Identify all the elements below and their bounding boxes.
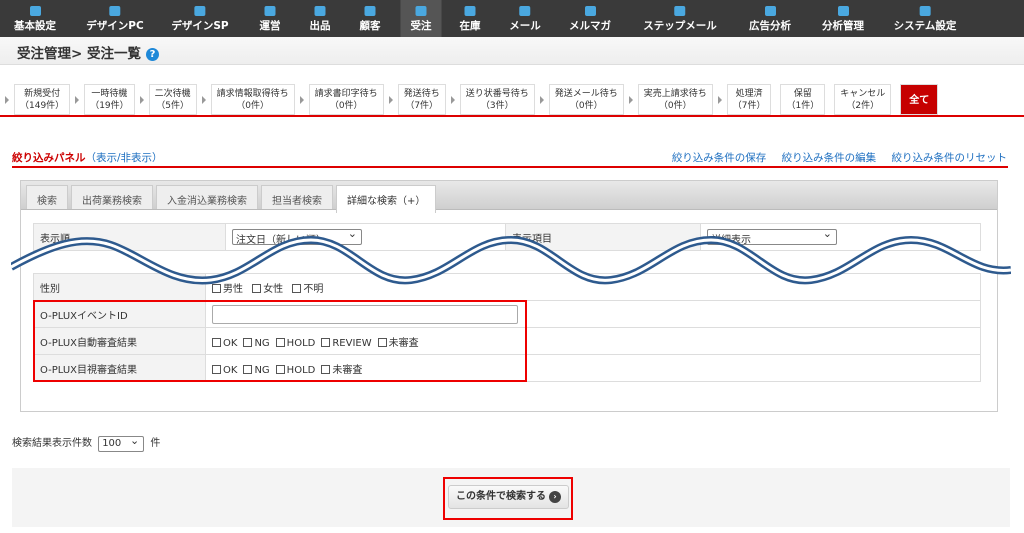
save-filter-link[interactable]: 絞り込み条件の保存 (672, 152, 767, 164)
filter-toggle-link[interactable]: （表示/非表示） (86, 152, 163, 164)
monitor-icon (109, 6, 121, 16)
nav-item-7[interactable]: 在庫 (450, 0, 491, 37)
arrow-icon (717, 95, 722, 104)
arrow-icon (388, 95, 393, 104)
arrow-icon (628, 95, 633, 104)
status-step[interactable]: 請求情報取得待ち （0件） (210, 84, 295, 115)
nav-item-8[interactable]: メール (499, 0, 551, 37)
bars-icon (764, 6, 776, 16)
step-mail-icon (674, 6, 686, 16)
smartphone-icon (194, 6, 206, 16)
status-step[interactable]: 新規受付 （149件） (14, 84, 71, 115)
arrow-icon (299, 95, 304, 104)
status-step[interactable]: 送り状番号待ち （3件） (459, 84, 535, 115)
mail-icon (519, 6, 531, 16)
help-icon[interactable]: ? (146, 48, 160, 61)
highlight-box (443, 477, 573, 520)
reset-filter-link[interactable]: 絞り込み条件のリセット (892, 152, 1008, 164)
nav-item-0[interactable]: 基本設定 (4, 0, 66, 37)
arrow-icon (75, 95, 80, 104)
status-step[interactable]: 実売上請求待ち （0件） (637, 84, 713, 115)
order-status-steps: 新規受付 （149件） 一時待機 （19件） 二次待機 （5件） 請求情報取得待ち （0件） 請… (0, 84, 939, 115)
status-step[interactable]: キャンセル （2件） (834, 84, 892, 115)
sliders-icon (29, 6, 41, 16)
highlight-box (33, 300, 527, 382)
gear-icon (919, 6, 931, 16)
nav-item-12[interactable]: 分析管理 (812, 0, 874, 37)
status-step[interactable]: 二次待機 （5件） (148, 84, 197, 115)
tab-staff-search[interactable]: 担当者検索 (261, 185, 333, 209)
nav-item-13[interactable]: システム設定 (884, 0, 967, 37)
search-tabs: 検索 出荷業務検索 入金消込業務検索 担当者検索 詳細な検索（+） (21, 181, 997, 213)
divider (12, 166, 1008, 168)
chart-icon (837, 6, 849, 16)
divider (0, 115, 1024, 117)
tab-shipping-search[interactable]: 出荷業務検索 (71, 185, 153, 209)
nav-item-4[interactable]: 出品 (300, 0, 341, 37)
top-nav: 基本設定 デザインPC デザインSP 運営 出品 顧客 受注 在庫 メール メルマガ ステップメール… (0, 0, 1024, 37)
cart-icon (415, 6, 427, 16)
status-step[interactable]: 一時待機 （19件） (84, 84, 135, 115)
newsletter-icon (584, 6, 596, 16)
nav-item-10[interactable]: ステップメール (633, 0, 727, 37)
nav-item-6[interactable]: 受注 (400, 0, 442, 37)
arrow-icon (450, 95, 455, 104)
status-step[interactable]: 処理済 （7件） (726, 84, 772, 115)
result-count-select[interactable]: 100 (98, 434, 145, 452)
wave-break-icon (11, 235, 1011, 285)
tab-payment-search[interactable]: 入金消込業務検索 (156, 185, 258, 209)
filter-panel-title: 絞り込みパネル（表示/非表示） (12, 152, 163, 164)
nav-item-11[interactable]: 広告分析 (739, 0, 801, 37)
arrow-icon (539, 95, 544, 104)
arrow-icon (201, 95, 206, 104)
nav-item-5[interactable]: 顧客 (350, 0, 391, 37)
box-icon (464, 6, 476, 16)
nav-item-1[interactable]: デザインPC (76, 0, 153, 37)
breadcrumb-bar: 受注管理> 受注一覧? (0, 37, 1024, 65)
user-icon (364, 6, 376, 16)
store-icon (264, 6, 276, 16)
result-count: 検索結果表示件数 100 件 (12, 434, 160, 452)
status-step-all[interactable]: 全て (900, 84, 939, 115)
status-step[interactable]: 保留 （1件） (780, 84, 826, 115)
tab-detailed-search[interactable]: 詳細な検索（+） (336, 185, 437, 213)
nav-item-9[interactable]: メルマガ (559, 0, 621, 37)
tag-icon (314, 6, 326, 16)
arrow-icon (5, 95, 9, 104)
nav-item-3[interactable]: 運営 (250, 0, 291, 37)
edit-filter-link[interactable]: 絞り込み条件の編集 (782, 152, 877, 164)
tab-search[interactable]: 検索 (26, 185, 68, 209)
arrow-icon (139, 95, 144, 104)
breadcrumb: 受注管理> 受注一覧 (17, 46, 142, 62)
status-step[interactable]: 請求書印字待ち （0件） (308, 84, 384, 115)
nav-item-2[interactable]: デザインSP (161, 0, 238, 37)
status-step[interactable]: 発送待ち （7件） (397, 84, 446, 115)
status-step[interactable]: 発送メール待ち （0件） (548, 84, 624, 115)
filter-links: 絞り込み条件の保存 絞り込み条件の編集 絞り込み条件のリセット (660, 150, 1007, 165)
